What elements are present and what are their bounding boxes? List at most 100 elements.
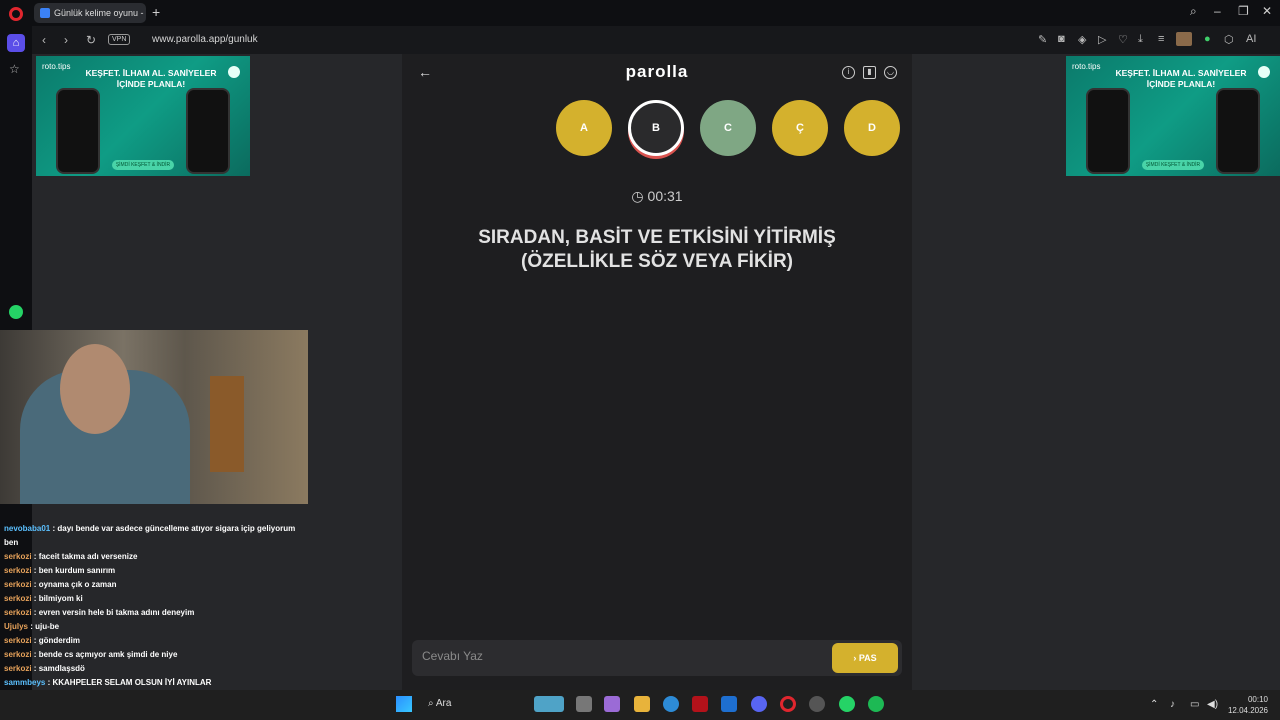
question-line-2: (ÖZELLİKLE SÖZ VEYA FİKİR) bbox=[521, 251, 793, 272]
profile-avatar[interactable] bbox=[1176, 32, 1192, 46]
steam-icon[interactable] bbox=[809, 696, 825, 712]
camera-icon[interactable]: ◙ bbox=[1058, 33, 1065, 45]
chat-username: serkozi bbox=[4, 664, 32, 673]
chat-separator: : bbox=[31, 608, 39, 617]
reload-icon[interactable]: ↻ bbox=[86, 33, 96, 47]
ad-cta-button[interactable]: ŞİMDİ KEŞFET & İNDİR bbox=[1142, 160, 1204, 170]
ad-brand: roto.tips bbox=[1072, 62, 1101, 71]
chat-message: serkozi : samdlaşsdö bbox=[4, 664, 85, 673]
ad-dot-icon bbox=[1258, 66, 1270, 78]
chat-text: uju-be bbox=[35, 622, 60, 631]
url-field[interactable]: www.parolla.app/gunluk bbox=[152, 34, 258, 45]
widget-icon[interactable] bbox=[534, 696, 564, 712]
letter-bubble: A bbox=[556, 100, 612, 156]
download-icon[interactable]: ⤓ bbox=[1138, 33, 1143, 46]
chat-text: faceit takma adı versenize bbox=[38, 552, 138, 561]
whatsapp-taskbar-icon[interactable] bbox=[839, 696, 855, 712]
pass-label: PAS bbox=[858, 653, 877, 663]
heart-icon[interactable]: ♡ bbox=[1118, 33, 1128, 46]
cube-icon[interactable]: ⬡ bbox=[1224, 33, 1234, 46]
opera-logo-icon[interactable] bbox=[9, 7, 23, 21]
new-tab-button[interactable]: + bbox=[152, 4, 160, 20]
chat-text: gönderdim bbox=[38, 636, 81, 645]
ad-banner-right[interactable]: roto.tips KEŞFET. İLHAM AL. SANİYELER İÇ… bbox=[1066, 56, 1280, 176]
shield-icon[interactable]: ◈ bbox=[1078, 33, 1086, 46]
clock-icon: ◷ bbox=[631, 188, 648, 204]
edge-icon[interactable] bbox=[663, 696, 679, 712]
ai-button[interactable]: AI bbox=[1246, 33, 1256, 45]
app-red-icon[interactable] bbox=[692, 696, 708, 712]
chat-message: serkozi : oynama çık o zaman bbox=[4, 580, 117, 589]
copilot-icon[interactable] bbox=[604, 696, 620, 712]
chat-text: ben bbox=[4, 538, 19, 547]
letter-bubble: C bbox=[700, 100, 756, 156]
chat-text: KKAHPELER SELAM OLSUN İYİ AYINLAR bbox=[52, 678, 212, 687]
back-icon[interactable]: ‹ bbox=[42, 33, 46, 47]
chat-username: serkozi bbox=[4, 608, 32, 617]
letter-bubble: D bbox=[844, 100, 900, 156]
home-icon[interactable]: ⌂ bbox=[7, 34, 25, 52]
clock-date: 12.04.2026 bbox=[1227, 706, 1268, 715]
chat-text: evren versin hele bi takma adını deneyim bbox=[38, 608, 195, 617]
menu-icon[interactable]: ≡ bbox=[1158, 33, 1164, 45]
spotify-icon[interactable] bbox=[868, 696, 884, 712]
question-text: SIRADAN, BASİT VE ETKİSİNİ YİTİRMİŞ (ÖZE… bbox=[432, 226, 882, 274]
timer-value: 00:31 bbox=[647, 188, 683, 204]
whatsapp-icon[interactable] bbox=[9, 305, 23, 319]
letter-bubble: Ç bbox=[772, 100, 828, 156]
answer-bar: › PAS bbox=[412, 640, 902, 676]
ad-cta-button[interactable]: ŞİMDİ KEŞFET & İNDİR bbox=[112, 160, 174, 170]
answer-input[interactable] bbox=[422, 649, 802, 663]
discord-icon[interactable] bbox=[751, 696, 767, 712]
webcam-person-head bbox=[60, 344, 130, 434]
display-icon[interactable]: ▭ bbox=[1190, 699, 1199, 710]
timer: ◷ 00:31 bbox=[402, 188, 912, 205]
tray-chevron-icon[interactable]: ⌃ bbox=[1150, 699, 1158, 710]
pass-button[interactable]: › PAS bbox=[832, 643, 898, 673]
chat-separator: : bbox=[31, 636, 39, 645]
webcam-overlay bbox=[0, 330, 308, 504]
info-icon[interactable]: i bbox=[842, 66, 855, 79]
chat-message: ben bbox=[4, 538, 18, 547]
taskbar-search[interactable]: ⌕ Ara bbox=[428, 698, 451, 709]
windows-start-icon[interactable] bbox=[396, 696, 412, 712]
mail-icon[interactable] bbox=[721, 696, 737, 712]
ad-banner-left[interactable]: roto.tips KEŞFET. İLHAM AL. SANİYELER İÇ… bbox=[36, 56, 250, 176]
file-explorer-icon[interactable] bbox=[634, 696, 650, 712]
play-icon[interactable]: ▷ bbox=[1098, 33, 1106, 46]
microphone-icon[interactable]: ♪ bbox=[1170, 699, 1175, 710]
chat-text: samdlaşsdö bbox=[38, 664, 85, 673]
minimize-icon[interactable]: – bbox=[1214, 4, 1221, 18]
forward-icon[interactable]: › bbox=[64, 33, 68, 47]
windows-taskbar: ⌕ Ara ⌃ ♪ ▭ ◀) 00:10 12.04.2026 bbox=[0, 690, 1280, 720]
vpn-badge[interactable]: VPN bbox=[108, 34, 131, 45]
profile-icon[interactable]: ◡ bbox=[884, 66, 897, 79]
chat-text: oynama çık o zaman bbox=[38, 580, 117, 589]
ai-label: AI bbox=[1246, 33, 1257, 45]
ad-phone-image bbox=[1086, 88, 1130, 174]
app-logo: parolla bbox=[625, 62, 689, 81]
task-view-icon[interactable] bbox=[576, 696, 592, 712]
chat-username: sammbeys bbox=[4, 678, 46, 687]
ad-phone-image bbox=[1216, 88, 1260, 174]
clock[interactable]: 00:10 12.04.2026 bbox=[1228, 694, 1268, 716]
chat-username: serkozi bbox=[4, 636, 32, 645]
taskbar-search-label: Ara bbox=[435, 698, 452, 709]
tab-title: Günlük kelime oyunu - pa bbox=[54, 8, 146, 18]
close-window-icon[interactable]: ✕ bbox=[1262, 4, 1272, 18]
clock-time: 00:10 bbox=[1247, 695, 1268, 704]
ad-headline: KEŞFET. İLHAM AL. SANİYELER İÇİNDE PLANL… bbox=[1115, 68, 1247, 89]
edit-icon[interactable]: ✎ bbox=[1038, 33, 1047, 46]
webcam-background-door bbox=[210, 376, 244, 472]
volume-icon[interactable]: ◀) bbox=[1207, 699, 1218, 710]
opera-taskbar-icon[interactable] bbox=[780, 696, 796, 712]
star-icon[interactable]: ☆ bbox=[9, 62, 20, 76]
chat-username: serkozi bbox=[4, 566, 32, 575]
question-line-1: SIRADAN, BASİT VE ETKİSİNİ YİTİRMİŞ bbox=[478, 227, 836, 248]
chat-message: serkozi : faceit takma adı versenize bbox=[4, 552, 137, 561]
search-tabs-icon[interactable]: ⌕ bbox=[1190, 4, 1197, 19]
maximize-icon[interactable]: ❐ bbox=[1238, 4, 1249, 18]
browser-tab[interactable]: Günlük kelime oyunu - pa bbox=[34, 3, 146, 23]
stats-icon[interactable]: ▮ bbox=[863, 66, 876, 79]
extension-icon[interactable]: ● bbox=[1204, 33, 1211, 45]
